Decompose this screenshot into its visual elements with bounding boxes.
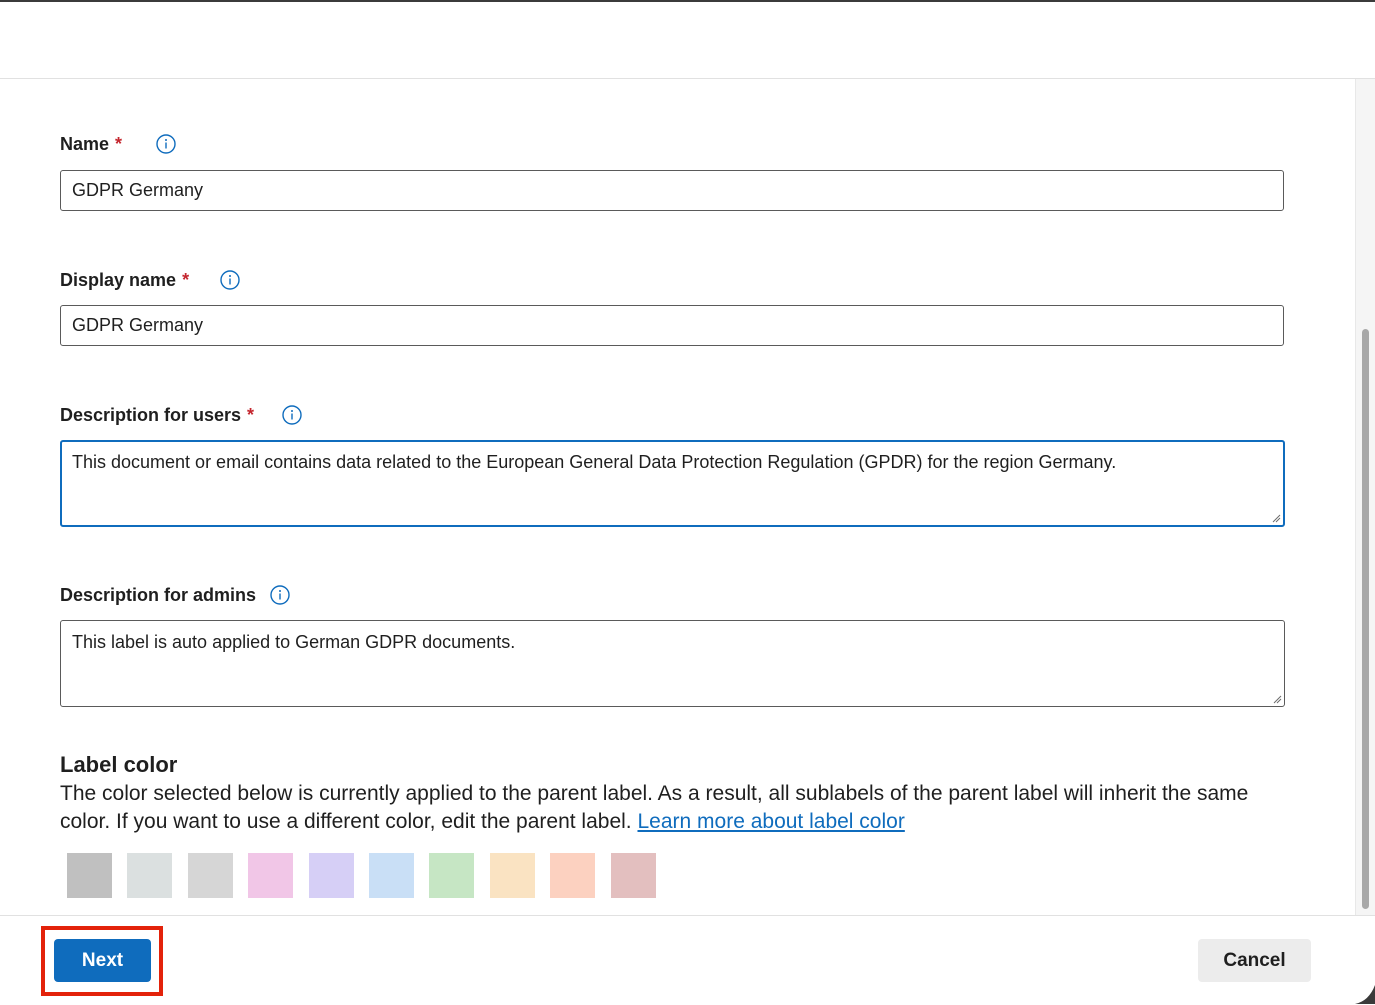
display-name-input[interactable]: GDPR Germany: [60, 305, 1284, 346]
description-users-textarea[interactable]: This document or email contains data rel…: [60, 440, 1285, 527]
info-icon[interactable]: [220, 270, 240, 290]
description-users-text: This document or email contains data rel…: [72, 452, 1117, 472]
next-button[interactable]: Next: [54, 939, 151, 982]
color-swatch[interactable]: [247, 852, 294, 899]
color-swatch[interactable]: [308, 852, 355, 899]
info-icon[interactable]: [282, 405, 302, 425]
cancel-button[interactable]: Cancel: [1198, 939, 1311, 982]
display-name-label-text: Display name: [60, 270, 177, 290]
required-marker: *: [247, 405, 255, 425]
description-admins-label-text: Description for admins: [60, 585, 257, 605]
scrollbar-thumb[interactable]: [1362, 329, 1369, 909]
name-label: Name *: [60, 134, 122, 155]
description-users-label: Description for users *: [60, 405, 254, 426]
color-swatch[interactable]: [489, 852, 536, 899]
panel-header: [0, 2, 1375, 79]
description-admins-textarea[interactable]: This label is auto applied to German GDP…: [60, 620, 1285, 707]
color-swatch[interactable]: [126, 852, 173, 899]
description-admins-label: Description for admins: [60, 585, 256, 606]
learn-more-label-color-link[interactable]: Learn more about label color: [637, 810, 904, 833]
panel-footer: [0, 915, 1375, 1005]
required-marker: *: [115, 134, 123, 154]
color-swatch[interactable]: [66, 852, 113, 899]
description-users-label-text: Description for users: [60, 405, 242, 425]
resize-grip-icon[interactable]: [1272, 694, 1282, 704]
color-swatch[interactable]: [610, 852, 657, 899]
required-marker: *: [182, 270, 190, 290]
info-icon[interactable]: [270, 585, 290, 605]
color-swatch[interactable]: [549, 852, 596, 899]
vertical-scrollbar[interactable]: [1355, 79, 1375, 915]
description-admins-text: This label is auto applied to German GDP…: [72, 632, 516, 652]
color-swatch[interactable]: [368, 852, 415, 899]
info-icon[interactable]: [156, 134, 176, 154]
name-label-text: Name: [60, 134, 110, 154]
color-swatch[interactable]: [428, 852, 475, 899]
label-color-description: The color selected below is currently ap…: [60, 780, 1285, 836]
name-input[interactable]: GDPR Germany: [60, 170, 1284, 211]
color-swatch[interactable]: [187, 852, 234, 899]
display-name-label: Display name *: [60, 270, 189, 291]
window-corner: [1355, 985, 1375, 1004]
resize-grip-icon[interactable]: [1271, 513, 1281, 523]
label-color-title: Label color: [60, 752, 178, 777]
